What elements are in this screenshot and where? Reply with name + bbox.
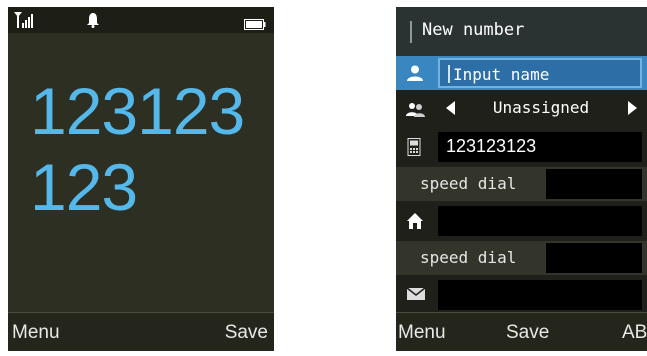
home-icon bbox=[406, 212, 424, 230]
speed-dial-row-2[interactable]: speed dial bbox=[396, 241, 647, 275]
header-accent bbox=[410, 21, 412, 43]
mobile-number-field[interactable]: 123123123 bbox=[438, 132, 642, 162]
status-bar bbox=[8, 7, 274, 33]
speed-dial-label: speed dial bbox=[420, 248, 517, 267]
new-contact-screen: New number Input name Unassigned 1231231… bbox=[396, 7, 647, 351]
dialed-number: 123123123 bbox=[30, 74, 245, 224]
dialer-screen: 123123123 Menu Save bbox=[8, 7, 274, 351]
mobile-number-row[interactable]: 123123123 bbox=[396, 130, 647, 164]
save-softkey[interactable]: Save bbox=[225, 322, 268, 344]
group-value: Unassigned bbox=[492, 98, 590, 117]
person-icon bbox=[406, 64, 424, 82]
home-number-row[interactable] bbox=[396, 204, 647, 238]
page-title: New number bbox=[422, 20, 525, 40]
email-icon bbox=[406, 286, 426, 304]
mobile-number-value: 123123123 bbox=[446, 136, 537, 156]
email-row[interactable] bbox=[396, 278, 647, 312]
group-next-arrow[interactable] bbox=[628, 101, 637, 115]
group-row[interactable]: Unassigned bbox=[396, 93, 647, 127]
save-softkey[interactable]: Save bbox=[506, 322, 549, 344]
name-row[interactable]: Input name bbox=[396, 56, 647, 90]
email-field[interactable] bbox=[438, 280, 642, 310]
screen-header: New number bbox=[396, 7, 647, 56]
battery-icon bbox=[244, 15, 266, 34]
signal-icon bbox=[14, 12, 36, 32]
abc-input-mode-softkey[interactable]: ABC bbox=[622, 322, 647, 344]
name-placeholder: Input name bbox=[453, 65, 550, 84]
bell-icon bbox=[86, 12, 100, 32]
menu-softkey[interactable]: Menu bbox=[12, 322, 60, 344]
softkey-bar: Menu Save bbox=[8, 312, 274, 351]
speed-dial-field[interactable] bbox=[546, 169, 642, 199]
menu-softkey[interactable]: Menu bbox=[398, 322, 446, 344]
speed-dial-row-1[interactable]: speed dial bbox=[396, 167, 647, 201]
group-icon bbox=[406, 101, 425, 119]
text-cursor bbox=[448, 65, 450, 83]
mobile-phone-icon bbox=[406, 138, 424, 156]
softkey-bar: Menu Save ABC bbox=[396, 312, 647, 351]
name-input[interactable]: Input name bbox=[438, 58, 642, 88]
speed-dial-label: speed dial bbox=[420, 174, 517, 193]
speed-dial-field[interactable] bbox=[546, 243, 642, 273]
group-prev-arrow[interactable] bbox=[446, 101, 455, 115]
home-number-field[interactable] bbox=[438, 206, 642, 236]
